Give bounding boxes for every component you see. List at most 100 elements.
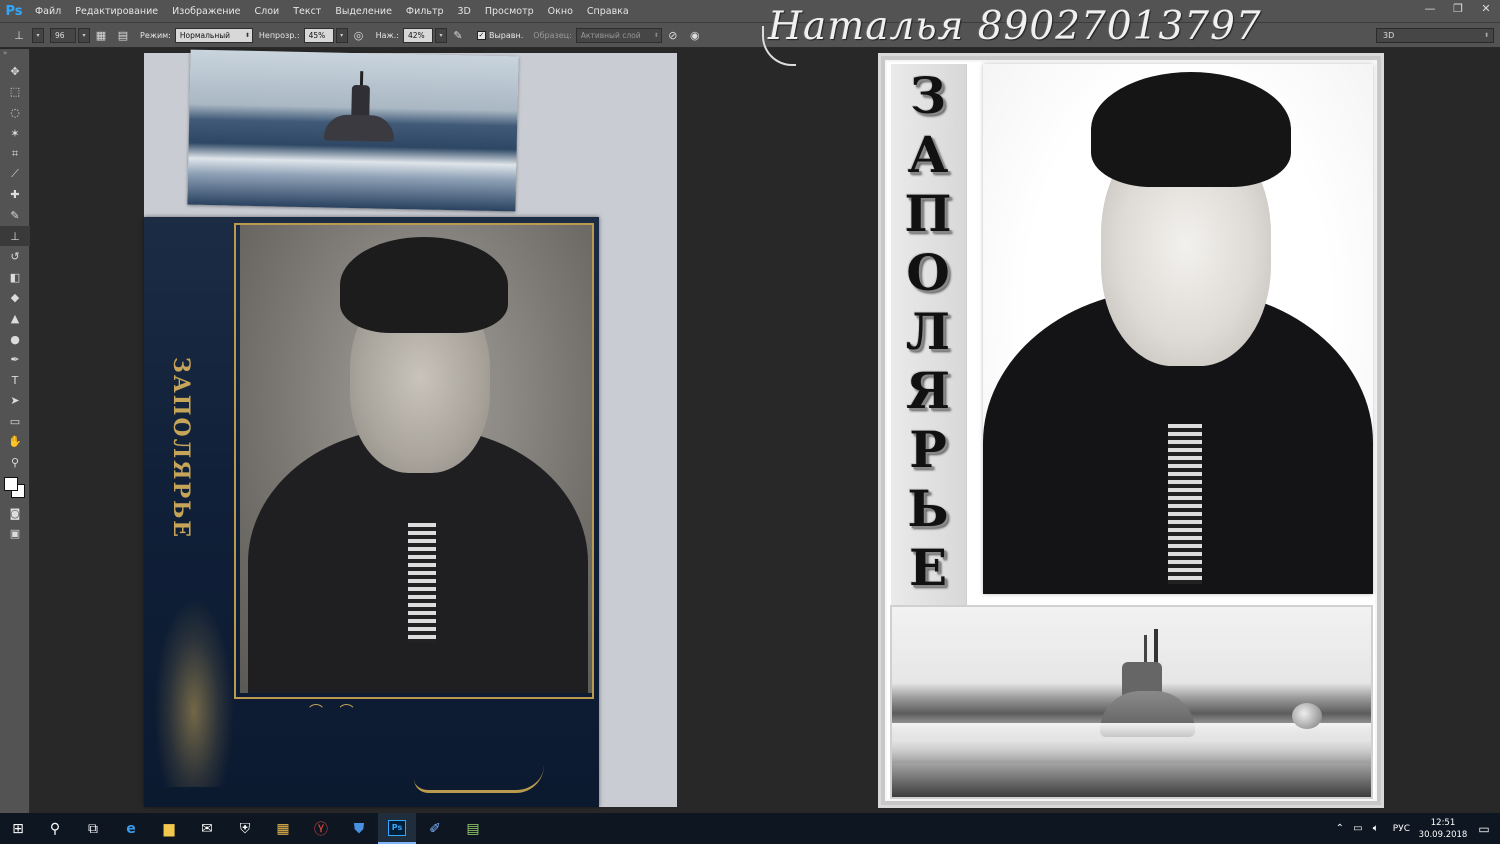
move-tool-icon[interactable]: ✥ xyxy=(0,61,30,82)
buoy xyxy=(1292,703,1322,729)
ignore-adjustment-layers-icon[interactable]: ⊘ xyxy=(664,26,682,44)
clone-stamp-preset-icon[interactable]: ⊥ xyxy=(10,26,28,44)
notepad-app-icon[interactable]: ▤ xyxy=(454,813,492,844)
crop-tool-icon[interactable]: ⌗ xyxy=(0,143,30,164)
marquee-tool-icon[interactable]: ⬚ xyxy=(0,82,30,103)
menu-window[interactable]: Окно xyxy=(541,0,580,22)
sample-select-value: Активный слой xyxy=(580,30,641,40)
hand-tool-icon[interactable]: ✋ xyxy=(0,432,30,453)
mode-label: Режим: xyxy=(140,30,171,40)
brush-size-picker[interactable]: 96 xyxy=(50,27,76,43)
gold-frame xyxy=(234,223,594,699)
notifications-icon[interactable]: ▭ xyxy=(1468,813,1500,844)
menu-filter[interactable]: Фильтр xyxy=(399,0,451,22)
opacity-input[interactable]: 45% xyxy=(303,27,334,43)
photoshop-app-icon: Ps xyxy=(388,819,406,836)
edge-browser-icon[interactable]: e xyxy=(112,813,150,844)
workspace-select[interactable]: 3D ⬍ xyxy=(1376,28,1494,43)
store-icon[interactable]: ▦ xyxy=(264,813,302,844)
healing-tool-icon[interactable]: ✚ xyxy=(0,185,30,206)
language-indicator[interactable]: РУС xyxy=(1385,824,1418,834)
task-view-icon[interactable]: ⧉ xyxy=(74,813,112,844)
mail-icon[interactable]: ✉ xyxy=(188,813,226,844)
zoom-tool-icon[interactable]: ⚲ xyxy=(0,452,30,473)
pressure-opacity-icon[interactable]: ◎ xyxy=(350,26,368,44)
magic-wand-tool-icon[interactable]: ✶ xyxy=(0,123,30,144)
history-brush-tool-icon[interactable]: ↺ xyxy=(0,246,30,267)
flow-input[interactable]: 42% xyxy=(402,27,433,43)
tools-panel: » ✥ ⬚ ◌ ✶ ⌗ ⟋ ✚ ✎ ⊥ ↺ ◧ ◆ ▲ ● ✒ T ➤ ▭ ✋ … xyxy=(0,49,30,813)
vertical-title: З А П О Л Я Р Ь Е xyxy=(890,66,966,597)
clone-source-panel-icon[interactable]: ▤ xyxy=(114,26,132,44)
sample-label: Образец: xyxy=(533,30,572,40)
defender-icon[interactable]: ⛊ xyxy=(340,813,378,844)
eraser-tool-icon[interactable]: ◧ xyxy=(0,267,30,288)
title-letter: Е xyxy=(908,538,948,597)
dodge-tool-icon[interactable]: ● xyxy=(0,329,30,350)
options-bar: ⊥ ▾ 96 ▾ ▦ ▤ Режим: Нормальный ⬍ Непрозр.… xyxy=(0,22,1500,48)
photoshop-taskbar-button[interactable]: Ps xyxy=(378,813,416,844)
start-windows-icon[interactable]: ⊞ xyxy=(0,813,36,844)
file-explorer-icon[interactable]: ▆ xyxy=(150,813,188,844)
foreground-color-swatch[interactable] xyxy=(4,476,18,491)
screen-mode-icon[interactable]: ▣ xyxy=(0,523,30,544)
eyedropper-tool-icon[interactable]: ⟋ xyxy=(0,164,30,185)
volume-icon[interactable]: 🔈︎ xyxy=(1367,813,1385,844)
panel-grip-icon[interactable]: » xyxy=(0,49,29,61)
quick-mask-icon[interactable]: ◙ xyxy=(0,503,30,524)
show-hidden-icons-chevron-up-icon[interactable]: ⌃ xyxy=(1331,813,1349,844)
close-button[interactable]: ✕ xyxy=(1472,0,1500,16)
restore-button[interactable]: ❐ xyxy=(1444,0,1472,16)
sample-select[interactable]: Активный слой ⬍ xyxy=(575,27,662,43)
menu-help[interactable]: Справка xyxy=(580,0,636,22)
path-select-tool-icon[interactable]: ➤ xyxy=(0,391,30,412)
periscope-mast xyxy=(1144,635,1147,665)
menu-edit[interactable]: Редактирование xyxy=(68,0,165,22)
select-arrow-icon: ⬍ xyxy=(1483,32,1489,39)
portrait-striped-shirt xyxy=(1168,424,1202,584)
ps-logo-icon: Ps xyxy=(5,3,23,19)
yandex-browser-icon[interactable]: Ⓨ xyxy=(302,813,340,844)
mode-select-value: Нормальный xyxy=(179,30,231,40)
paint-bucket-tool-icon[interactable]: ◆ xyxy=(0,288,30,309)
taskbar: ⊞ ⚲ ⧉ e ▆ ✉ ⛨ ▦ Ⓨ ⛊ Ps ✐ ▤ ⌃ ▭ 🔈︎ РУС 12… xyxy=(0,813,1500,844)
brush-panel-icon[interactable]: ▦ xyxy=(92,26,110,44)
brush-tool-icon[interactable]: ✎ xyxy=(0,205,30,226)
lasso-tool-icon[interactable]: ◌ xyxy=(0,102,30,123)
title-letter: Л xyxy=(905,302,951,361)
shield-icon[interactable]: ⛨ xyxy=(226,813,264,844)
preset-dropdown-arrow-icon[interactable]: ▾ xyxy=(32,27,44,43)
window-controls: — ❐ ✕ xyxy=(1416,0,1500,16)
type-tool-icon[interactable]: T xyxy=(0,370,30,391)
minimize-button[interactable]: — xyxy=(1416,0,1444,16)
submarine-hull xyxy=(323,114,395,142)
title-letter: А xyxy=(907,125,949,184)
rectangle-tool-icon[interactable]: ▭ xyxy=(0,411,30,432)
airbrush-icon[interactable]: ✎ xyxy=(449,26,467,44)
flow-slider-arrow-icon[interactable]: ▾ xyxy=(434,27,447,43)
menu-layers[interactable]: Слои xyxy=(247,0,286,22)
network-icon[interactable]: ▭ xyxy=(1349,813,1367,844)
mode-select[interactable]: Нормальный ⬍ xyxy=(174,27,253,43)
aligned-checkbox[interactable]: ✓ xyxy=(476,30,486,40)
brush-picker-arrow-icon[interactable]: ▾ xyxy=(78,27,90,43)
clone-stamp-tool-icon[interactable]: ⊥ xyxy=(0,225,30,247)
opacity-slider-arrow-icon[interactable]: ▾ xyxy=(335,27,348,43)
pen-tool-icon[interactable]: ✒ xyxy=(0,349,30,370)
photo-folder: ЗАПОЛЯРЬЕ ⌒ ⌒ xyxy=(144,217,599,807)
menu-file[interactable]: Файл xyxy=(28,0,68,22)
menu-view[interactable]: Просмотр xyxy=(478,0,541,22)
search-icon[interactable]: ⚲ xyxy=(36,813,74,844)
title-letter: О xyxy=(906,243,950,302)
periscope-mast xyxy=(1154,629,1158,665)
paint-app-icon[interactable]: ✐ xyxy=(416,813,454,844)
opacity-label: Непрозр.: xyxy=(258,30,300,40)
blur-tool-icon[interactable]: ▲ xyxy=(0,308,30,329)
pressure-size-icon[interactable]: ◉ xyxy=(686,26,704,44)
menu-type[interactable]: Текст xyxy=(286,0,328,22)
clock[interactable]: 12:51 30.09.2018 xyxy=(1418,817,1468,841)
restored-portrait-photo xyxy=(983,64,1373,594)
menu-3d[interactable]: 3D xyxy=(451,0,478,22)
menu-image[interactable]: Изображение xyxy=(165,0,247,22)
menu-select[interactable]: Выделение xyxy=(328,0,399,22)
